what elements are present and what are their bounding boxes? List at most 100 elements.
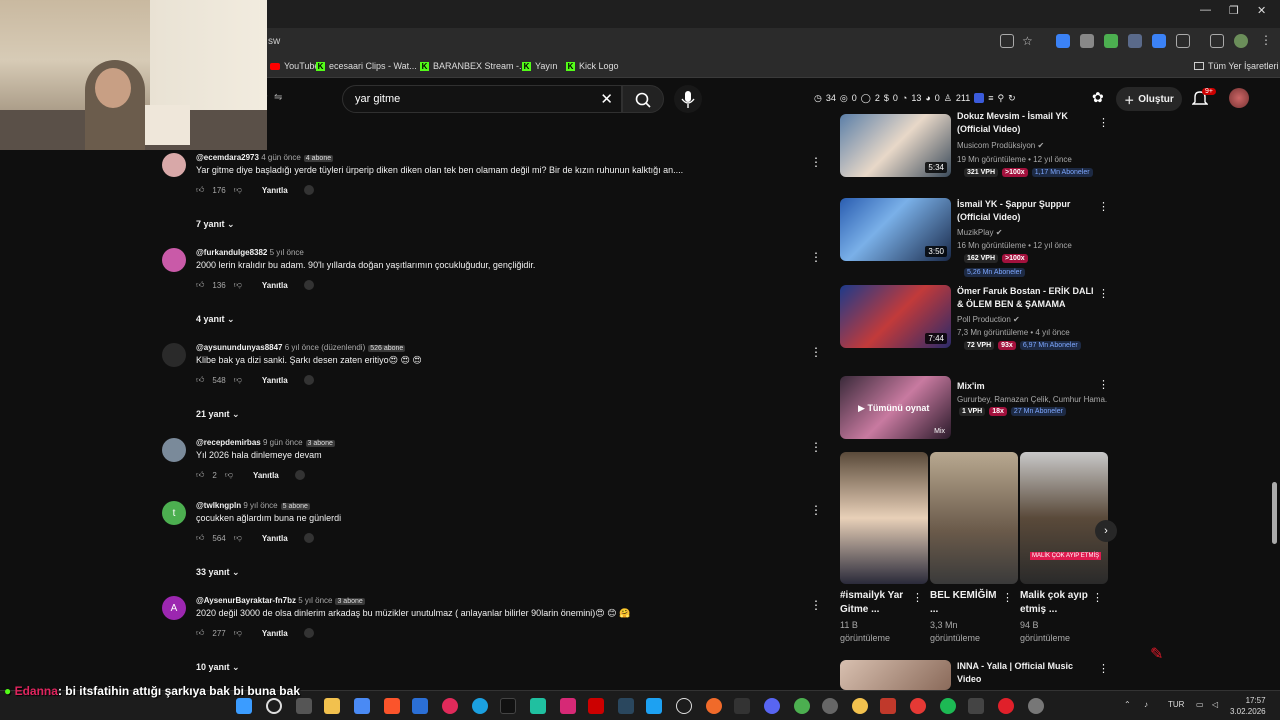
gift-icon[interactable]: ✿ (1092, 89, 1104, 106)
language-indicator[interactable]: TUR (1168, 700, 1184, 709)
app-icon[interactable] (822, 698, 838, 714)
bookmark-ecesaari[interactable]: Kecesaari Clips - Wat... (316, 61, 417, 71)
reply-button[interactable]: Yanıtla (262, 186, 288, 195)
rocket-icon[interactable]: ⚲ (997, 93, 1004, 104)
file-explorer-icon[interactable] (324, 698, 340, 714)
video-title[interactable]: Ömer Faruk Bostan - ERİK DALI & ÖLEM BEN… (957, 285, 1099, 311)
comment-author[interactable]: @ecemdara2973 (196, 153, 259, 162)
extension-icon[interactable] (1152, 34, 1166, 48)
replies-toggle[interactable]: 4 yanıt ⌄ (196, 314, 235, 325)
comment-author[interactable]: @AysenurBayraktar-fn7bz (196, 596, 296, 605)
account-avatar[interactable] (1229, 88, 1249, 108)
menu-icon[interactable]: ⋮ (1260, 33, 1272, 47)
more-options-icon[interactable]: ⋮ (1098, 116, 1109, 129)
play-all-overlay[interactable]: ▶ Tümünü oynat (858, 403, 929, 414)
brave-icon[interactable] (384, 698, 400, 714)
snapchat-icon[interactable] (852, 698, 868, 714)
app-icon[interactable] (706, 698, 722, 714)
spotify-icon[interactable] (940, 698, 956, 714)
puzzle-icon[interactable] (1176, 34, 1190, 48)
video-title[interactable]: İsmail YK - Şappur Şuppur (Official Vide… (957, 198, 1099, 224)
extension-icon[interactable] (1056, 34, 1070, 48)
task-view-icon[interactable] (296, 698, 312, 714)
more-options-icon[interactable]: ⋮ (810, 345, 822, 359)
twitter-icon[interactable] (646, 698, 662, 714)
replies-toggle[interactable]: 21 yanıt ⌄ (196, 409, 240, 420)
search-value[interactable]: yar gitme (355, 93, 400, 105)
url-text[interactable]: sw (268, 36, 280, 47)
edge-icon[interactable] (472, 698, 488, 714)
next-arrow-button[interactable]: › (1095, 520, 1117, 542)
avatar[interactable]: A (162, 596, 186, 620)
reply-button[interactable]: Yanıtla (262, 629, 288, 638)
system-clock[interactable]: 17:57 3.02.2026 (1230, 695, 1266, 717)
dislike-icon[interactable]: 👎︎ (234, 185, 242, 195)
extension-icon[interactable] (1104, 34, 1118, 48)
more-options-icon[interactable]: ⋮ (810, 503, 822, 517)
dislike-icon[interactable]: 👎︎ (234, 280, 242, 290)
channel-name[interactable]: Musicom Prodüksiyon ✔ (957, 141, 1044, 150)
avatar[interactable] (162, 343, 186, 367)
more-options-icon[interactable]: ⋮ (810, 440, 822, 454)
minimize-icon[interactable]: — (1200, 4, 1211, 16)
dislike-icon[interactable]: 👎︎ (234, 375, 242, 385)
speedometer-icon[interactable] (676, 698, 692, 714)
chrome-icon[interactable] (794, 698, 810, 714)
like-icon[interactable]: 👍︎ (196, 628, 204, 638)
search-input[interactable]: yar gitme ✕ (342, 85, 622, 113)
restore-icon[interactable]: ❐ (1229, 4, 1239, 17)
bookmark-yayin[interactable]: K Yayın (522, 61, 557, 71)
profile-icon[interactable] (1234, 34, 1248, 48)
reading-list-icon[interactable] (1210, 34, 1224, 48)
video-title[interactable]: INNA - Yalla | Official Music Video (957, 660, 1099, 686)
refresh-icon[interactable]: ↻ (1008, 93, 1016, 104)
short-thumbnail[interactable] (840, 452, 928, 584)
network-icon[interactable]: ▭ (1196, 700, 1204, 709)
search-button[interactable] (622, 85, 664, 113)
like-icon[interactable]: 👍︎ (196, 375, 204, 385)
more-options-icon[interactable]: ⋮ (810, 598, 822, 612)
video-thumbnail[interactable]: 3:50 (840, 198, 951, 261)
short-thumbnail[interactable] (930, 452, 1018, 584)
star-icon[interactable]: ☆ (1022, 34, 1033, 48)
steam-icon[interactable] (618, 698, 634, 714)
dislike-icon[interactable]: 👎︎ (225, 470, 233, 480)
more-options-icon[interactable]: ⋮ (1098, 662, 1109, 675)
bookmark-kick-logo[interactable]: K Kick Logo (566, 61, 619, 71)
app-icon[interactable] (530, 698, 546, 714)
instagram-icon[interactable] (560, 698, 576, 714)
more-options-icon[interactable]: ⋮ (1002, 591, 1013, 604)
store-icon[interactable] (412, 698, 428, 714)
video-thumbnail[interactable]: 5:34 (840, 114, 951, 177)
app-icon[interactable] (968, 698, 984, 714)
list-icon[interactable]: ≡ (988, 93, 993, 104)
windows-start-icon[interactable] (236, 698, 252, 714)
comment-author[interactable]: @recepdemirbas (196, 438, 261, 447)
extension-icon[interactable] (974, 93, 985, 103)
app-icon[interactable] (880, 698, 896, 714)
video-thumbnail[interactable]: 7:44 (840, 285, 951, 348)
comment-author[interactable]: @twlkngpln (196, 501, 241, 510)
tiktok-icon[interactable] (500, 698, 516, 714)
avatar[interactable] (162, 248, 186, 272)
chevron-up-icon[interactable]: ⌃ (1124, 700, 1131, 709)
more-options-icon[interactable]: ⋮ (1098, 200, 1109, 213)
more-options-icon[interactable]: ⋮ (1092, 591, 1103, 604)
reply-button[interactable]: Yanıtla (253, 471, 279, 480)
bookmark-baranbex[interactable]: K BARANBEX Stream -... (420, 61, 527, 71)
comment-author[interactable]: @aysunundunyas8847 (196, 343, 283, 352)
clear-icon[interactable]: ✕ (600, 90, 613, 108)
opera-icon[interactable] (998, 698, 1014, 714)
reply-button[interactable]: Yanıtla (262, 376, 288, 385)
media-player-icon[interactable] (442, 698, 458, 714)
settings-icon[interactable] (1028, 698, 1044, 714)
more-options-icon[interactable]: ⋮ (912, 591, 923, 604)
epic-games-icon[interactable] (734, 698, 750, 714)
more-options-icon[interactable]: ⋮ (1098, 287, 1109, 300)
microphone-icon[interactable]: ♪ (1144, 700, 1148, 709)
avatar[interactable] (162, 438, 186, 462)
discord-icon[interactable] (764, 698, 780, 714)
bookmark-youtube[interactable]: YouTube (270, 61, 319, 71)
more-options-icon[interactable]: ⋮ (1098, 378, 1109, 391)
comment-author[interactable]: @furkandulge8382 (196, 248, 267, 257)
